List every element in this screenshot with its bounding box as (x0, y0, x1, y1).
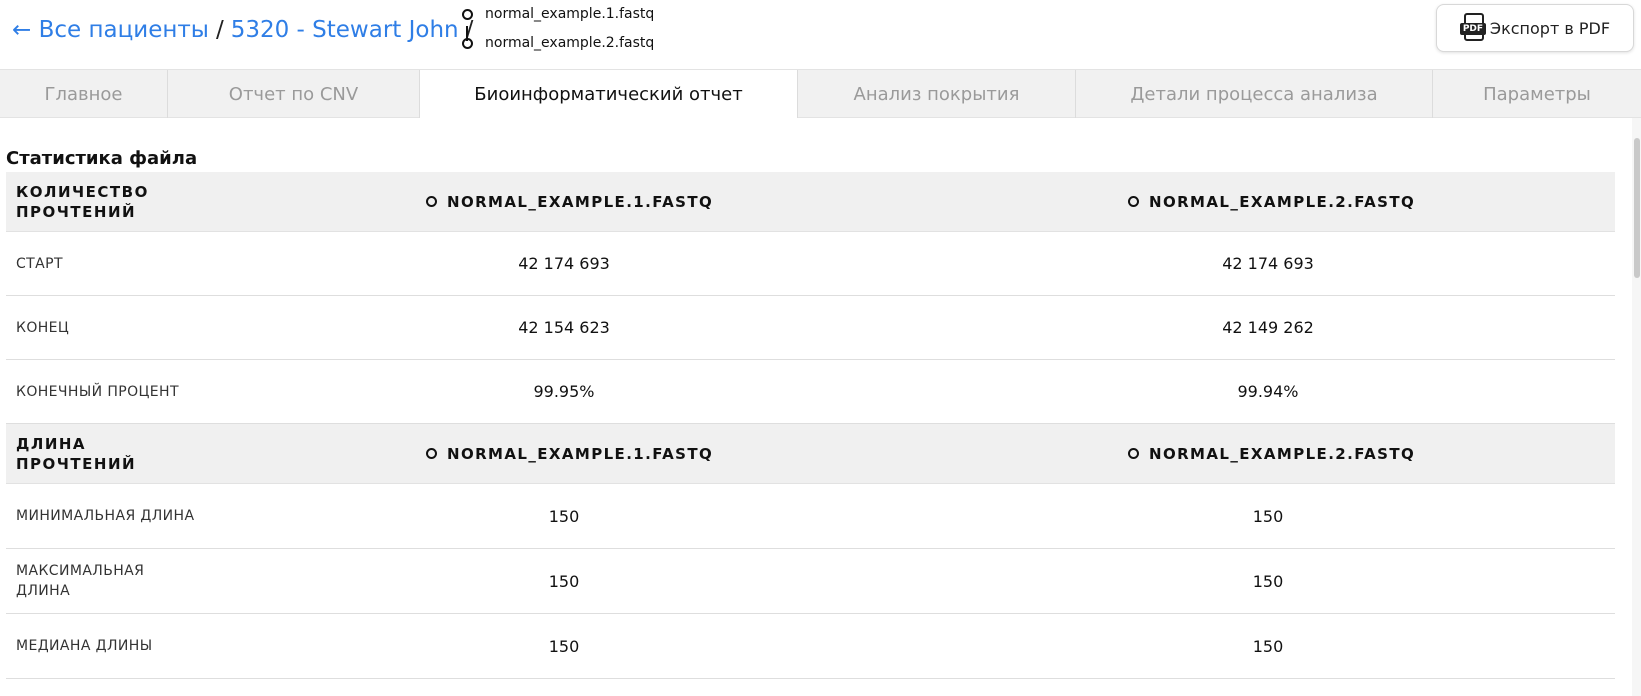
export-label: Экспорт в PDF (1489, 18, 1611, 38)
pdf-file-icon: PDF (1459, 13, 1486, 43)
cell-value: 150 (1252, 506, 1284, 526)
file-stats-table: КОЛИЧЕСТВО ПРОЧТЕНИЙ NORMAL_EXAMPLE.1.FA… (6, 172, 1615, 679)
row-label: МИНИМАЛЬНАЯ ДЛИНА (16, 508, 195, 524)
row-label: КОНЕЦ (16, 319, 70, 336)
tab-main[interactable]: Главное (0, 70, 168, 118)
breadcrumb: ← Все пациенты / 5320 - Stewart John / (12, 12, 480, 48)
table-row: МАКСИМАЛЬНАЯ ДЛИНА 150 150 (6, 549, 1615, 614)
group-header-row: КОЛИЧЕСТВО ПРОЧТЕНИЙ NORMAL_EXAMPLE.1.FA… (6, 172, 1615, 232)
file-item: normal_example.1.fastq (462, 6, 654, 22)
cell-value: 150 (1252, 636, 1284, 656)
row-label: СТАРТ (16, 255, 63, 272)
table-row: КОНЕЧНЫЙ ПРОЦЕНТ 99.95% 99.94% (6, 360, 1615, 424)
tab-parameters[interactable]: Параметры (1433, 70, 1641, 118)
column-header: NORMAL_EXAMPLE.2.FASTQ (1128, 424, 1415, 483)
export-pdf-button[interactable]: PDF Экспорт в PDF (1436, 4, 1634, 52)
file-list: normal_example.1.fastq normal_example.2.… (462, 2, 662, 60)
tab-analysis-process-details[interactable]: Детали процесса анализа (1076, 70, 1433, 118)
circle-icon (462, 37, 473, 49)
breadcrumb-separator: / (215, 17, 224, 43)
cell-value: 42 174 693 (518, 254, 610, 273)
tab-bar: Главное Отчет по CNV Биоинформатический … (0, 69, 1641, 118)
file-name: normal_example.1.fastq (485, 6, 655, 22)
group-title: КОЛИЧЕСТВО ПРОЧТЕНИЙ (16, 182, 149, 221)
patient-link[interactable]: 5320 - Stewart John (231, 17, 459, 43)
cell-value: 150 (548, 571, 580, 591)
table-row: СТАРТ 42 174 693 42 174 693 (6, 232, 1615, 296)
cell-value: 42 149 262 (1222, 318, 1314, 337)
row-label: МЕДИАНА ДЛИНЫ (16, 638, 153, 654)
table-row: МЕДИАНА ДЛИНЫ 150 150 (6, 614, 1615, 679)
cell-value: 99.94% (1237, 382, 1299, 401)
cell-value: 42 174 693 (1222, 254, 1314, 273)
table-row: КОНЕЦ 42 154 623 42 149 262 (6, 296, 1615, 360)
cell-value: 150 (548, 636, 580, 656)
cell-value: 150 (548, 506, 580, 526)
circle-icon (1128, 448, 1139, 459)
group-title: ДЛИНА ПРОЧТЕНИЙ (16, 434, 137, 473)
file-item: normal_example.2.fastq (462, 35, 654, 51)
group-header-row: ДЛИНА ПРОЧТЕНИЙ NORMAL_EXAMPLE.1.FASTQ N… (6, 424, 1615, 484)
column-header: NORMAL_EXAMPLE.1.FASTQ (426, 172, 713, 231)
tab-coverage-analysis[interactable]: Анализ покрытия (798, 70, 1076, 118)
all-patients-link[interactable]: ← Все пациенты (12, 17, 209, 43)
column-header: NORMAL_EXAMPLE.1.FASTQ (426, 424, 713, 483)
circle-icon (1128, 196, 1139, 207)
section-title: Статистика файла (6, 148, 198, 169)
cell-value: 99.95% (533, 382, 595, 401)
cell-value: 150 (1252, 571, 1284, 591)
table-row: МИНИМАЛЬНАЯ ДЛИНА 150 150 (6, 484, 1615, 549)
page-header: ← Все пациенты / 5320 - Stewart John / n… (0, 0, 1641, 69)
row-label: КОНЕЧНЫЙ ПРОЦЕНТ (16, 383, 179, 400)
row-label: МАКСИМАЛЬНАЯ ДЛИНА (16, 563, 145, 599)
tab-cnv-report[interactable]: Отчет по CNV (168, 70, 420, 118)
tab-bioinformatics-report[interactable]: Биоинформатический отчет (419, 70, 798, 118)
scrollbar-thumb[interactable] (1634, 138, 1640, 278)
circle-icon (426, 448, 437, 459)
circle-icon (426, 196, 437, 207)
column-header: NORMAL_EXAMPLE.2.FASTQ (1128, 172, 1415, 231)
cell-value: 42 154 623 (518, 318, 610, 337)
file-name: normal_example.2.fastq (485, 35, 655, 51)
circle-icon (462, 8, 473, 20)
